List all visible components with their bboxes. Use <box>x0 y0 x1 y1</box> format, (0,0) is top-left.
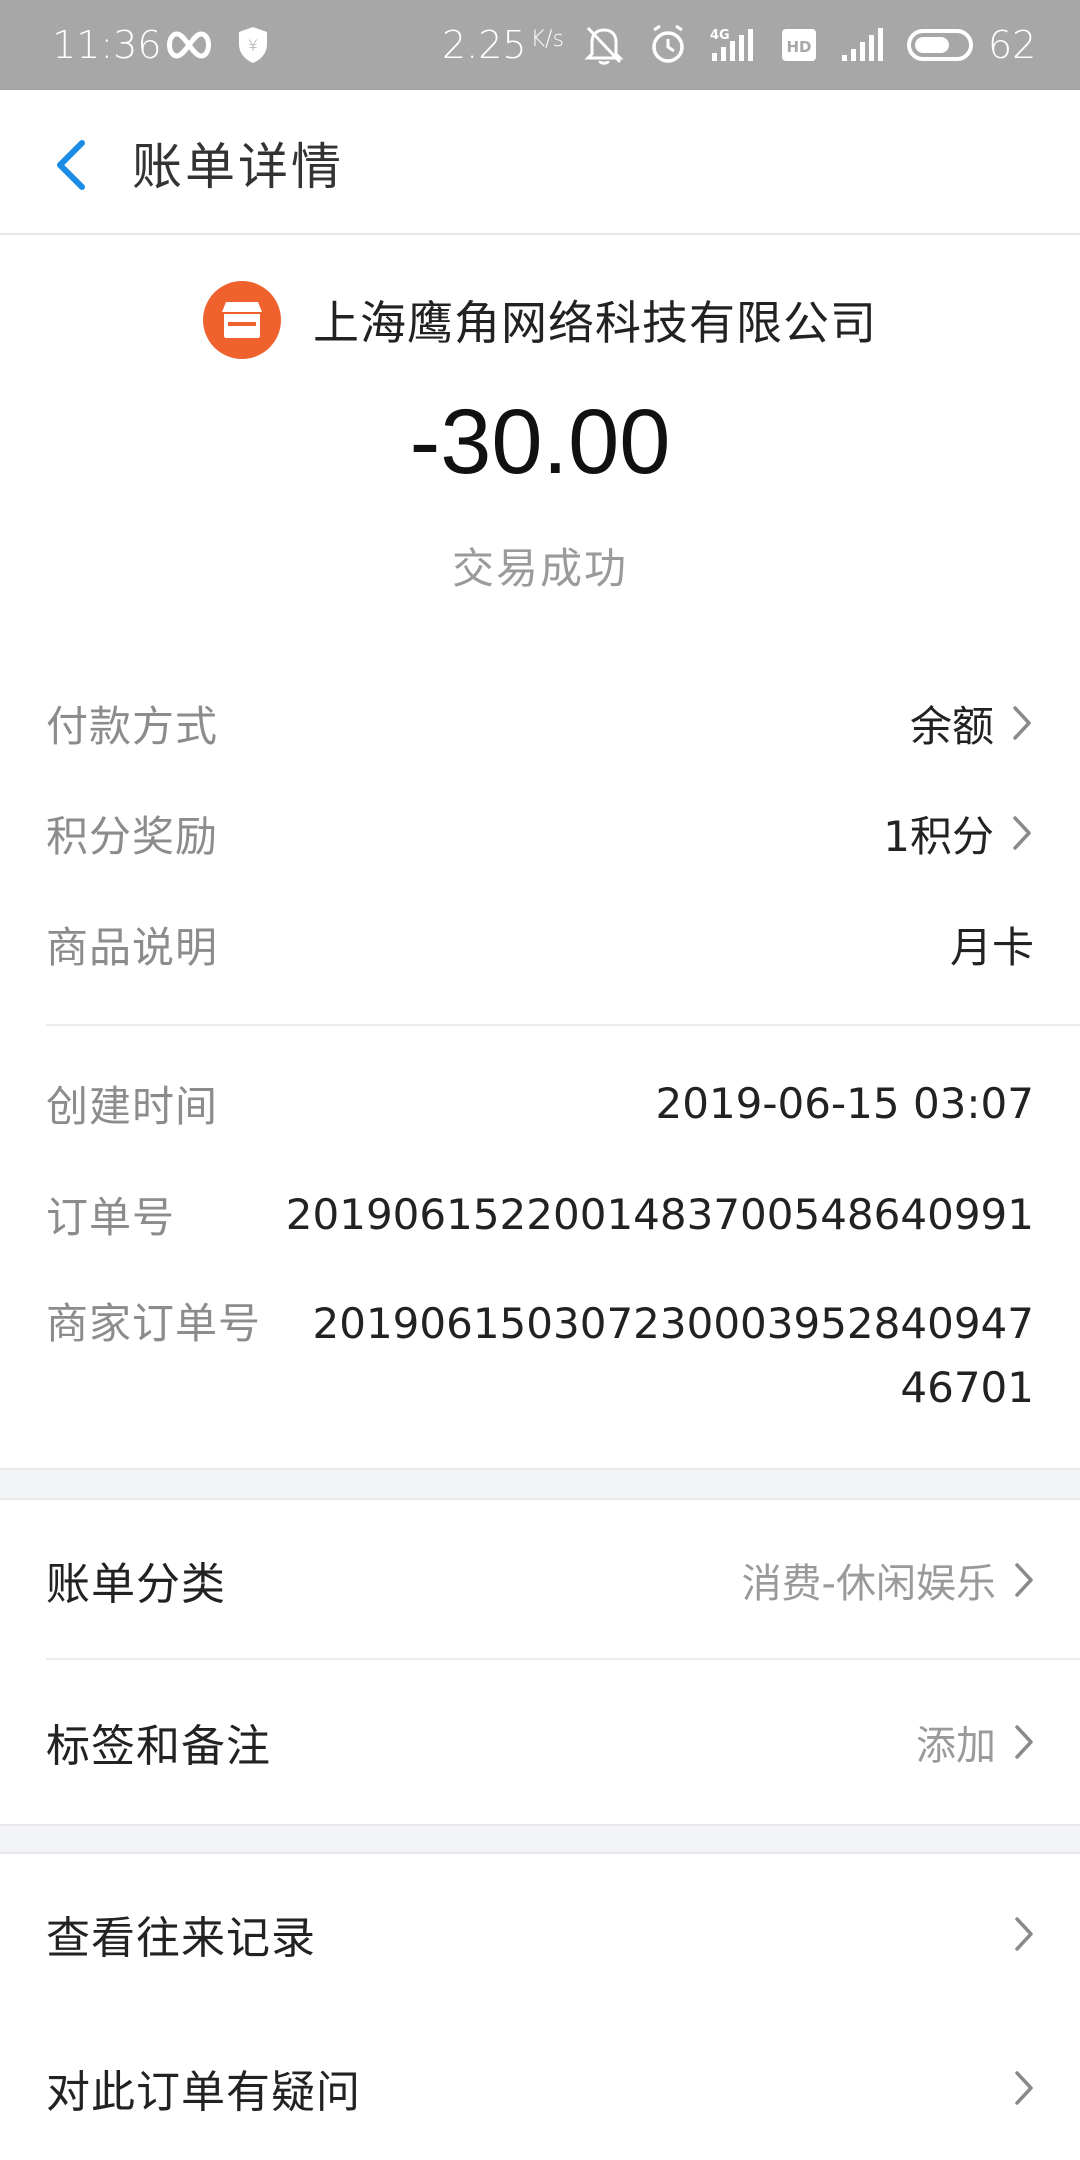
status-bar: 11:36 ¥ 2.25 K/s 4G HD 62 <box>0 0 1080 90</box>
tags-notes-row[interactable]: 标签和备注 添加 <box>0 1662 1080 1822</box>
bill-category-value: 消费-休闲娱乐 <box>741 1561 996 1607</box>
product-desc-label: 商品说明 <box>46 922 219 972</box>
points-reward-label: 积分奖励 <box>46 811 219 861</box>
merchant-header: 上海鹰角网络科技有限公司 <box>0 270 1080 370</box>
signal-icon <box>840 0 888 90</box>
chevron-right-icon <box>1015 2071 1033 2105</box>
order-question-row[interactable]: 对此订单有疑问 <box>0 2008 1080 2160</box>
created-time-row: 创建时间 2019-06-15 03:07 <box>46 1070 1034 1136</box>
transaction-status: 交易成功 <box>451 544 628 593</box>
merchant-name: 上海鹰角网络科技有限公司 <box>313 296 877 350</box>
battery-icon <box>906 0 978 90</box>
app-header: 账单详情 <box>0 90 1080 235</box>
transaction-history-label: 查看往来记录 <box>46 1913 316 1964</box>
payment-method-row[interactable]: 付款方式 余额 <box>46 690 1034 756</box>
transaction-amount: -30.00 <box>409 391 671 493</box>
section-divider <box>46 1024 1080 1026</box>
order-number-row: 订单号 2019061522001483700548640991 <box>46 1181 1034 1247</box>
points-reward-value: 1积分 <box>883 811 994 861</box>
chevron-left-icon <box>57 140 85 190</box>
back-button[interactable] <box>40 130 100 200</box>
payment-method-value: 余额 <box>909 701 994 751</box>
signal-4g-label: 4G <box>710 28 730 43</box>
merchant-order-value: 2019061503072300039528409474670​1 <box>312 1299 1035 1412</box>
merchant-order-label: 商家订单号 <box>46 1299 262 1348</box>
section-gap <box>0 1824 1080 1854</box>
order-number-value: 2019061522001483700548640991 <box>285 1189 1034 1239</box>
svg-text:¥: ¥ <box>248 36 258 55</box>
shop-icon <box>203 281 281 359</box>
bill-category-label: 账单分类 <box>46 1559 226 1610</box>
page-title: 账单详情 <box>132 137 344 196</box>
hd-icon: HD <box>780 0 818 90</box>
row-divider <box>46 1658 1080 1660</box>
product-desc-row: 商品说明 月卡 <box>46 911 1034 977</box>
tags-notes-value: 添加 <box>916 1723 996 1769</box>
tags-notes-label: 标签和备注 <box>46 1721 271 1772</box>
bill-category-row[interactable]: 账单分类 消费-休闲娱乐 <box>0 1500 1080 1660</box>
transaction-history-row[interactable]: 查看往来记录 <box>0 1854 1080 2014</box>
infinity-icon <box>163 0 215 90</box>
created-time-label: 创建时间 <box>46 1081 219 1131</box>
chevron-right-icon <box>1015 1917 1033 1951</box>
payment-method-label: 付款方式 <box>46 701 219 751</box>
bell-muted-icon <box>584 0 624 90</box>
network-speed: 2.25 K/s <box>442 23 564 67</box>
chevron-right-icon <box>1013 816 1031 850</box>
battery-level: 62 <box>988 23 1037 67</box>
chevron-right-icon <box>1015 1563 1033 1597</box>
chevron-right-icon <box>1015 1725 1033 1759</box>
merchant-order-row: 商家订单号 2019061503072300039528409474670​1 <box>46 1292 1034 1420</box>
signal-4g-icon: 4G <box>708 0 760 90</box>
product-desc-value: 月卡 <box>949 922 1034 972</box>
chevron-right-icon <box>1013 706 1031 740</box>
alarm-icon <box>648 0 688 90</box>
section-gap <box>0 1468 1080 1500</box>
hd-label: HD <box>786 38 811 56</box>
created-time-value: 2019-06-15 03:07 <box>655 1078 1034 1128</box>
order-question-label: 对此订单有疑问 <box>46 2067 361 2118</box>
shield-icon: ¥ <box>236 0 270 90</box>
points-reward-row[interactable]: 积分奖励 1积分 <box>46 800 1034 866</box>
order-number-label: 订单号 <box>46 1192 176 1242</box>
status-time: 11:36 <box>52 23 162 67</box>
